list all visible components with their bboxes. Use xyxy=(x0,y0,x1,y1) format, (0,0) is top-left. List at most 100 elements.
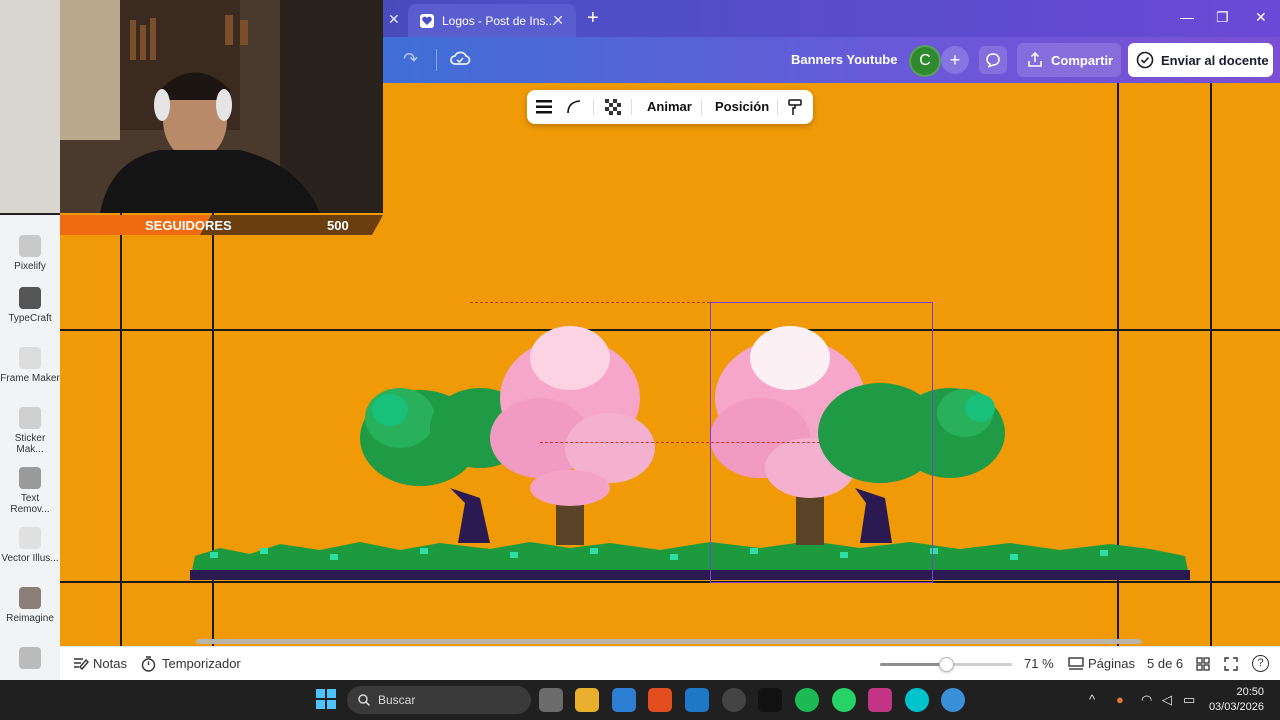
canva-heart-icon xyxy=(420,13,434,28)
wifi-icon[interactable]: ◠ xyxy=(1141,692,1152,708)
app-sticker-maker[interactable]: Sticker Mak... xyxy=(0,407,60,455)
app-pixelify[interactable]: Pixelify xyxy=(0,235,60,272)
app-label: TypeCraft xyxy=(8,313,52,324)
user-avatar[interactable]: C xyxy=(909,45,941,77)
timer-button[interactable]: Temporizador xyxy=(162,656,241,671)
brave-browser-icon[interactable] xyxy=(648,688,672,712)
app-label: Sticker Mak... xyxy=(14,433,46,455)
paint-roller-icon[interactable] xyxy=(788,99,802,116)
reimagine-icon xyxy=(19,587,41,609)
canva-app-icon[interactable] xyxy=(905,688,929,712)
editor-status-bar: Notas Temporizador 71 % Páginas 5 de 6 ? xyxy=(60,646,1280,680)
pages-icon xyxy=(1068,657,1084,670)
app-label: Text Remov... xyxy=(10,493,50,515)
maximize-icon[interactable]: ❐ xyxy=(1216,9,1229,26)
editor-toolbar: ↷ Banners Youtube C + Compartir Enviar a… xyxy=(383,37,1280,83)
tab-title: Logos - Post de Ins... xyxy=(442,13,556,28)
clock-date: 03/03/2026 xyxy=(1208,701,1264,713)
browser-tab-active[interactable]: Logos - Post de Ins... ✕ xyxy=(408,4,576,37)
tiktok-icon[interactable] xyxy=(758,688,782,712)
element-toolbar: Animar Posición xyxy=(527,90,813,124)
zoom-level[interactable]: 71 % xyxy=(1024,656,1054,671)
app-label: Frame Maker xyxy=(0,373,60,384)
redo-icon[interactable]: ↷ xyxy=(403,49,418,70)
search-icon xyxy=(358,694,370,706)
add-collaborator-button[interactable]: + xyxy=(941,46,969,74)
pixelify-icon xyxy=(19,235,41,257)
notes-button[interactable]: Notas xyxy=(93,656,127,671)
app-more[interactable] xyxy=(0,647,60,673)
toolbar-divider xyxy=(701,99,702,115)
taskbar-search[interactable]: Buscar xyxy=(347,686,531,714)
webcam-feed xyxy=(0,0,383,213)
pages-button[interactable]: Páginas xyxy=(1088,656,1135,671)
grid-view-icon[interactable] xyxy=(1196,657,1210,671)
app-reimagine[interactable]: Reimagine xyxy=(0,587,60,624)
microphone-icon[interactable]: ● xyxy=(1116,692,1124,707)
selection-box[interactable] xyxy=(710,302,933,583)
windows-taskbar: Buscar ^ ● ◠ ◁ ▭ 20:50 03/03/2026 xyxy=(0,680,1280,720)
whatsapp-icon[interactable] xyxy=(832,688,856,712)
app-label: Vector Illus... xyxy=(1,553,59,564)
curve-icon[interactable] xyxy=(567,100,581,114)
volume-icon[interactable]: ◁ xyxy=(1162,692,1172,708)
task-view-icon[interactable] xyxy=(539,688,563,712)
close-tab-icon[interactable]: ✕ xyxy=(552,12,564,29)
close-window-icon[interactable]: ✕ xyxy=(1255,9,1267,26)
animate-button[interactable]: Animar xyxy=(647,99,692,114)
followers-label: SEGUIDORES xyxy=(145,218,232,233)
position-button[interactable]: Posición xyxy=(715,99,769,114)
cloud-saved-icon[interactable] xyxy=(449,49,471,67)
horizontal-scrollbar[interactable] xyxy=(196,639,1142,644)
toolbar-divider xyxy=(777,99,778,115)
zoom-slider-handle[interactable] xyxy=(939,657,954,672)
app-typecraft[interactable]: TypeCraft xyxy=(0,287,60,324)
file-explorer-icon[interactable] xyxy=(575,688,599,712)
toolbar-divider xyxy=(593,99,594,115)
battery-icon[interactable]: ▭ xyxy=(1183,692,1195,708)
share-icon xyxy=(1028,52,1042,67)
photos-icon[interactable] xyxy=(685,688,709,712)
clock-time: 20:50 xyxy=(1236,686,1264,698)
obs-icon[interactable] xyxy=(722,688,746,712)
menu-lines-icon[interactable] xyxy=(536,100,552,114)
help-button[interactable]: ? xyxy=(1252,655,1269,672)
minimize-icon[interactable]: — xyxy=(1180,9,1194,25)
toolbar-divider xyxy=(436,49,437,71)
toolbar-divider xyxy=(631,99,632,115)
share-button[interactable]: Compartir xyxy=(1017,43,1121,77)
share-label: Compartir xyxy=(1051,52,1114,68)
app-label: Reimagine xyxy=(6,613,54,624)
store-icon[interactable] xyxy=(612,688,636,712)
transparency-icon[interactable] xyxy=(605,99,621,115)
app-text-remover[interactable]: Text Remov... xyxy=(0,467,60,515)
app-frame-maker[interactable]: Frame Maker xyxy=(0,347,60,384)
system-clock[interactable]: 20:50 03/03/2026 xyxy=(1206,685,1264,715)
check-circle-icon xyxy=(1136,51,1154,69)
spotify-icon[interactable] xyxy=(795,688,819,712)
streamer-video xyxy=(0,0,383,213)
new-tab-button[interactable]: + xyxy=(587,7,599,30)
alignment-guide xyxy=(470,302,710,303)
app-vector-illustrator[interactable]: Vector Illus... xyxy=(0,527,60,564)
globe-app-icon[interactable] xyxy=(941,688,965,712)
windows-start-icon[interactable] xyxy=(316,689,336,709)
project-title[interactable]: Banners Youtube xyxy=(791,52,897,67)
fullscreen-icon[interactable] xyxy=(1224,657,1238,671)
close-previous-tab-icon[interactable]: ✕ xyxy=(388,11,400,28)
instagram-icon[interactable] xyxy=(868,688,892,712)
text-remover-icon xyxy=(19,467,41,489)
zoom-slider[interactable] xyxy=(880,657,1012,672)
sticker-maker-icon xyxy=(19,407,41,429)
tray-chevron-icon[interactable]: ^ xyxy=(1089,692,1095,707)
comment-icon xyxy=(986,53,1000,68)
vector-illustrator-icon xyxy=(19,527,41,549)
timer-icon xyxy=(141,656,156,672)
comment-button[interactable] xyxy=(979,46,1007,74)
pixel-art-trees-graphic[interactable] xyxy=(190,298,1190,588)
apps-sidebar: Pixelify TypeCraft Frame Maker Sticker M… xyxy=(0,215,60,680)
followers-goal: 500 xyxy=(327,218,349,233)
app-label: Pixelify xyxy=(14,261,46,272)
frame-maker-icon xyxy=(19,347,41,369)
send-to-teacher-button[interactable]: Enviar al docente xyxy=(1128,43,1273,77)
